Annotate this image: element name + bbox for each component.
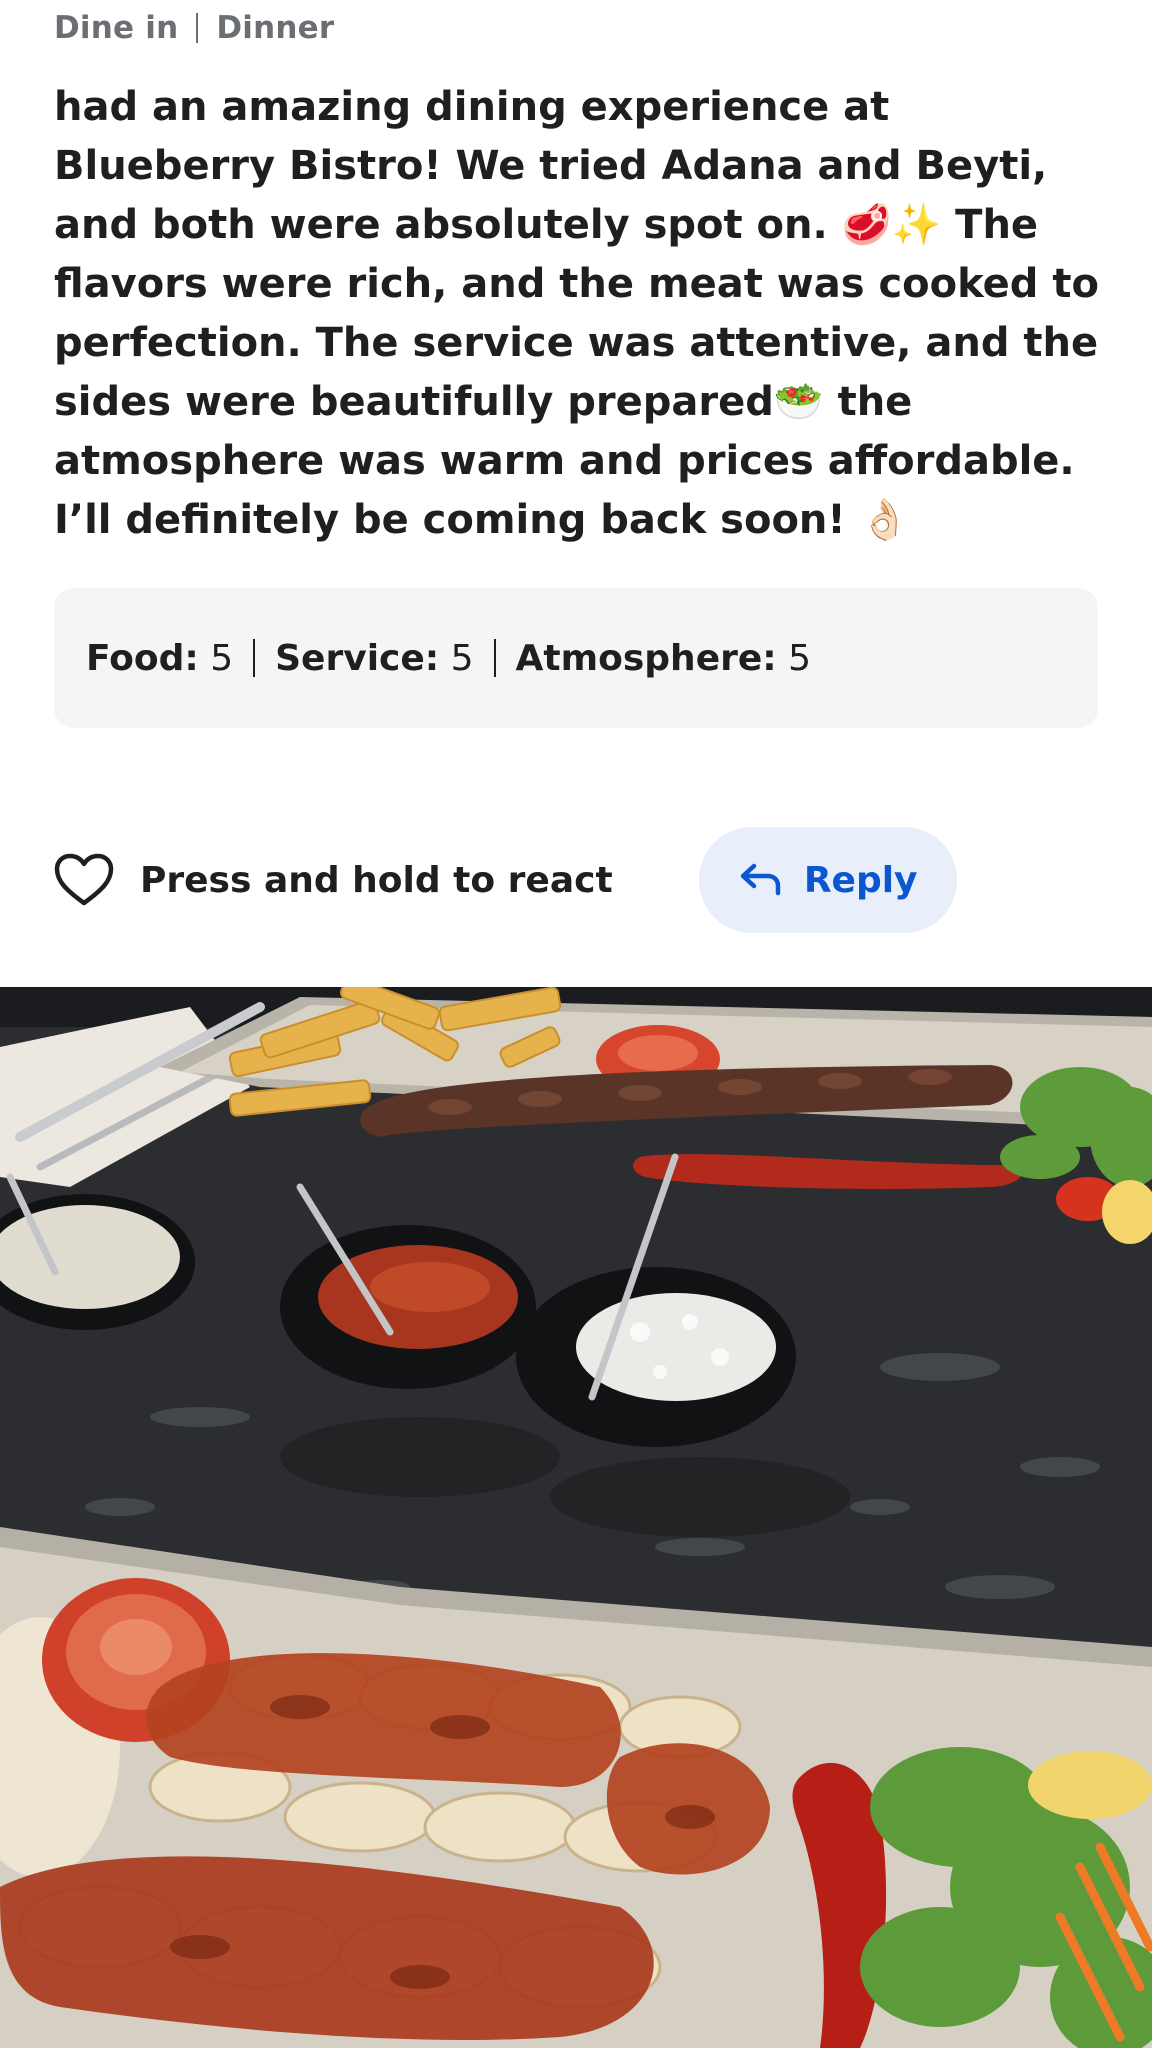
reply-label: Reply [803, 859, 918, 901]
meta-divider [196, 13, 199, 43]
react-button[interactable]: Press and hold to react [54, 853, 613, 907]
review-actions: Press and hold to react Reply [54, 826, 1114, 934]
food-rating-label: Food: [86, 637, 199, 679]
meal-label: Dinner [216, 10, 335, 46]
reply-button[interactable]: Reply [698, 827, 957, 933]
review-text: had an amazing dining experience at Blue… [54, 84, 1099, 543]
review-meta: Dine in Dinner [54, 10, 334, 46]
service-rating-label: Service: [275, 637, 440, 679]
service-rating-value: 5 [450, 637, 474, 679]
rating-divider [253, 639, 256, 677]
food-rating-value: 5 [210, 637, 234, 679]
review-photo[interactable] [0, 987, 1152, 2048]
atmosphere-rating-value: 5 [788, 637, 812, 679]
atmosphere-rating: Atmosphere: 5 [516, 638, 811, 679]
ratings-panel: Food: 5 Service: 5 Atmosphere: 5 [54, 588, 1098, 728]
reply-arrow-icon [738, 862, 782, 899]
food-rating: Food: 5 [86, 638, 233, 679]
react-label: Press and hold to react [140, 859, 613, 901]
atmosphere-rating-label: Atmosphere: [515, 637, 777, 679]
heart-icon[interactable] [54, 853, 114, 907]
rating-divider [493, 639, 496, 677]
service-rating: Service: 5 [275, 638, 473, 679]
service-type-label: Dine in [54, 10, 179, 46]
